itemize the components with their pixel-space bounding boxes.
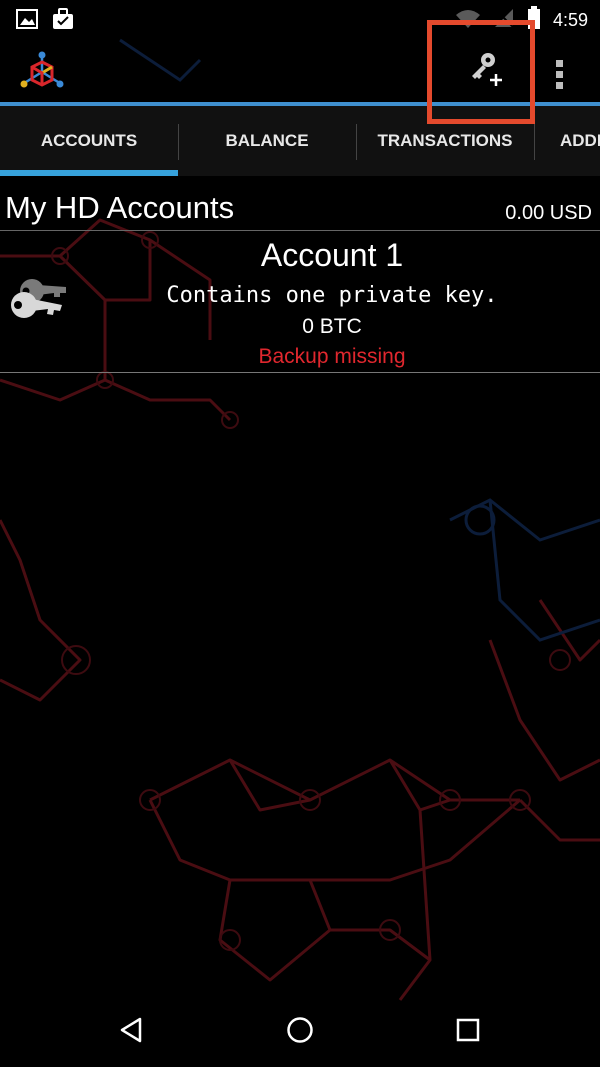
account-balance: 0 BTC (302, 315, 362, 338)
recents-button[interactable] (446, 1010, 490, 1054)
gallery-icon (16, 9, 38, 34)
briefcase-icon (52, 8, 74, 35)
tab-balance[interactable]: BALANCE (178, 106, 356, 176)
section-title: My HD Accounts (5, 190, 235, 225)
account-row[interactable]: Account 1 Contains one private key. 0 BT… (0, 231, 600, 373)
account-description: Contains one private key. (166, 283, 498, 308)
overflow-menu-button[interactable] (544, 54, 574, 94)
tab-separator (534, 124, 535, 160)
highlight-box (427, 20, 535, 124)
back-icon (118, 1016, 146, 1049)
app-screen: 4:59 ACCOUNTS BALANCE TRANSACTIONS ADD M… (0, 0, 600, 1067)
tab-indicator (0, 170, 178, 176)
account-name: Account 1 (260, 237, 404, 273)
tab-addresses[interactable]: ADDRESSES (560, 106, 600, 176)
back-button[interactable] (110, 1010, 154, 1054)
recents-icon (455, 1017, 481, 1048)
overflow-menu-icon (555, 59, 563, 67)
accounts-section-header: My HD Accounts 0.00 USD (0, 184, 600, 231)
section-balance: 0.00 USD (505, 202, 592, 224)
home-button[interactable] (278, 1010, 322, 1054)
status-time: 4:59 (552, 10, 588, 30)
backup-warning: Backup missing (258, 345, 406, 368)
home-icon (285, 1015, 315, 1050)
mycelium-logo-icon (18, 50, 66, 96)
tab-accounts[interactable]: ACCOUNTS (0, 106, 178, 176)
navigation-bar (0, 996, 600, 1067)
